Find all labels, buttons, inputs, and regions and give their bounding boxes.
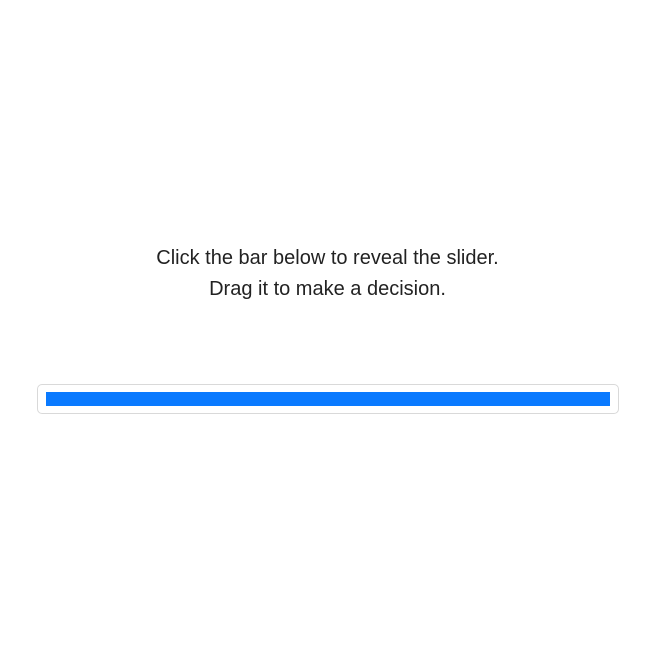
instructions-text: Click the bar below to reveal the slider…	[156, 243, 498, 305]
instructions-line-1: Click the bar below to reveal the slider…	[156, 243, 498, 274]
slider-bar[interactable]	[46, 392, 610, 406]
slider-container[interactable]	[37, 384, 619, 414]
instructions-line-2: Drag it to make a decision.	[156, 274, 498, 305]
